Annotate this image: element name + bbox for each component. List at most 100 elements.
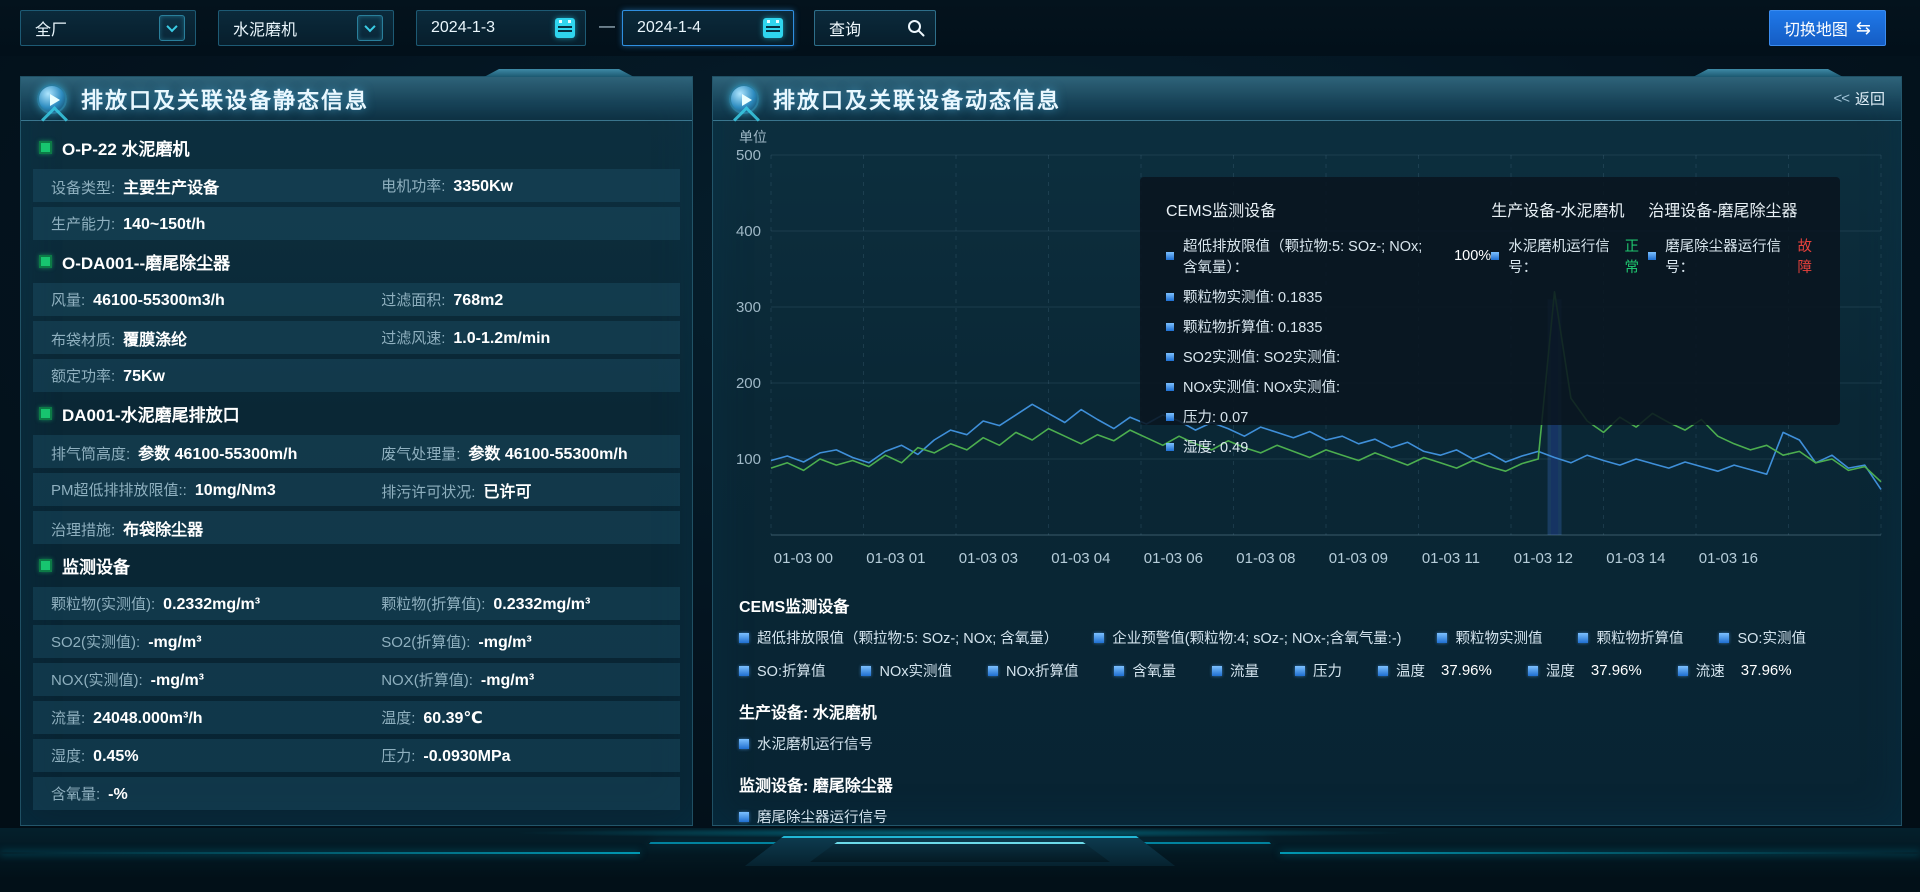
- calendar-icon[interactable]: [763, 18, 783, 38]
- field-label: 额定功率:: [51, 365, 115, 386]
- dynamic-panel-header: 排放口及关联设备动态信息 << 返回: [713, 77, 1901, 121]
- field-label: 流量:: [51, 707, 85, 728]
- legend-item-label: 湿度: [1546, 660, 1575, 681]
- legend-square-icon: [1378, 666, 1388, 676]
- tooltip-row-label: NOx实测值: NOx实测值:: [1183, 376, 1340, 397]
- table-row: 布袋材质:覆膜涤纶过滤风速:1.0-1.2m/min: [33, 321, 680, 354]
- plant-select[interactable]: 全厂: [20, 10, 196, 46]
- legend-item[interactable]: 颗粒物折算值: [1578, 627, 1683, 648]
- legend-square-icon: [1295, 666, 1305, 676]
- legend-square-icon: [988, 666, 998, 676]
- field-value: 60.39℃: [423, 708, 482, 728]
- x-tick-label: 01-03 12: [1514, 550, 1573, 567]
- table-row: 含氧量:-%: [33, 777, 680, 810]
- legend-item[interactable]: 磨尾除尘器运行信号: [739, 806, 888, 827]
- end-date-input[interactable]: 2024-1-4: [622, 10, 794, 46]
- y-tick-label: 100: [736, 451, 761, 468]
- status-normal: 正常: [1625, 235, 1649, 277]
- footer-line-left: [0, 852, 640, 854]
- chevron-down-icon[interactable]: [357, 15, 383, 41]
- field-label: 废气处理量:: [381, 443, 460, 464]
- section-title: DA001-水泥磨尾排放口: [33, 397, 680, 430]
- start-date-input[interactable]: 2024-1-3: [416, 10, 586, 46]
- y-tick-label: 300: [736, 299, 761, 316]
- data-cell: 湿度:0.45%: [51, 745, 381, 766]
- legend-item[interactable]: 水泥磨机运行信号: [739, 733, 873, 754]
- table-row: NOX(实测值):-mg/m³NOX(折算值):-mg/m³: [33, 663, 680, 696]
- data-cell: 压力:-0.0930MPa: [381, 745, 680, 766]
- x-tick-label: 01-03 06: [1144, 550, 1203, 567]
- field-value: 参数 46100-55300m/h: [138, 440, 297, 464]
- section-title: O-P-22 水泥磨机: [33, 131, 680, 164]
- legend-bullet-icon: [1648, 252, 1656, 260]
- legend-group-header: 生产设备: 水泥磨机: [739, 699, 1879, 723]
- y-tick-label: 500: [736, 147, 761, 164]
- green-square-icon: [39, 255, 52, 268]
- data-cell: 排气筒高度:参数 46100-55300m/h: [51, 440, 381, 464]
- section-title-label: 监测设备: [62, 553, 130, 578]
- legend-item-value: 37.96%: [1591, 662, 1642, 679]
- legend-item[interactable]: 温度37.96%: [1378, 660, 1492, 681]
- x-tick-label: 01-03 00: [774, 550, 833, 567]
- legend-item[interactable]: SO:折算值: [739, 660, 825, 681]
- legend-square-icon: [1437, 633, 1447, 643]
- x-tick-label: 01-03 11: [1422, 550, 1480, 567]
- tooltip-row: 颗粒物折算值: 0.1835: [1166, 316, 1491, 337]
- data-cell: 过滤风速:1.0-1.2m/min: [381, 327, 680, 348]
- legend-group: 生产设备: 水泥磨机水泥磨机运行信号: [739, 699, 1879, 754]
- legend-bullet-icon: [1166, 323, 1174, 331]
- field-value: -mg/m³: [478, 634, 531, 652]
- legend-item[interactable]: SO:实测值: [1719, 627, 1805, 648]
- field-value: 参数 46100-55300m/h: [468, 440, 627, 464]
- legend-item[interactable]: NOx实测值: [861, 660, 952, 681]
- field-label: 温度:: [381, 707, 415, 728]
- legend-square-icon: [1678, 666, 1688, 676]
- field-value: 布袋除尘器: [123, 516, 203, 540]
- legend-item[interactable]: 超低排放限值（颗拉物:5: SOz-; NOx; 含氧量）: [739, 627, 1058, 648]
- calendar-icon[interactable]: [555, 18, 575, 38]
- table-row: 治理措施:布袋除尘器: [33, 511, 680, 544]
- legend-group-header: 监测设备: 磨尾除尘器: [739, 772, 1879, 796]
- legend-item[interactable]: 压力: [1295, 660, 1342, 681]
- legend-item[interactable]: 企业预警值(颗粒物:4; sOz-; NOx-;含氧气量:-): [1094, 627, 1401, 648]
- field-value: -mg/m³: [481, 672, 534, 690]
- field-value: 46100-55300m3/h: [93, 292, 225, 310]
- green-square-icon: [39, 407, 52, 420]
- plant-select-value: 全厂: [35, 16, 151, 40]
- tooltip-row-value: 100%: [1454, 248, 1491, 264]
- table-row: 颗粒物(实测值):0.2332mg/m³颗粒物(折算值):0.2332mg/m³: [33, 587, 680, 620]
- tooltip-row: SO2实测值: SO2实测值:: [1166, 346, 1491, 367]
- panel-tab-decoration: [484, 69, 634, 77]
- field-value: -0.0930MPa: [423, 748, 510, 766]
- legend-item[interactable]: 流量: [1212, 660, 1259, 681]
- field-label: 生产能力:: [51, 213, 115, 234]
- legend-square-icon: [1578, 633, 1588, 643]
- legend-item-value: 37.96%: [1741, 662, 1792, 679]
- tooltip-row: 压力: 0.07: [1166, 406, 1491, 427]
- field-label: 颗粒物(折算值):: [381, 593, 485, 614]
- legend-item[interactable]: 含氧量: [1114, 660, 1176, 681]
- back-link[interactable]: << 返回: [1833, 88, 1885, 109]
- device-select[interactable]: 水泥磨机: [218, 10, 394, 46]
- legend-item-value: 37.96%: [1441, 662, 1492, 679]
- legend-bullet-icon: [1166, 443, 1174, 451]
- legend-item-label: SO:折算值: [757, 660, 825, 681]
- legend-item[interactable]: 颗粒物实测值: [1437, 627, 1542, 648]
- legend-item[interactable]: 湿度 37.96%: [1528, 660, 1642, 681]
- legend-item[interactable]: 流速37.96%: [1678, 660, 1792, 681]
- section-title: 监测设备: [33, 549, 680, 582]
- field-label: 过滤面积:: [381, 289, 445, 310]
- field-value: 10mg/Nm3: [195, 482, 276, 500]
- field-value: 主要生产设备: [123, 174, 219, 198]
- tooltip-row-label: 超低排放限值（颗拉物:5: SOz-; NOx; 含氧量）：: [1183, 235, 1428, 277]
- field-value: 24048.000m³/h: [93, 710, 202, 728]
- field-value: 已许可: [483, 478, 531, 502]
- table-row: 设备类型:主要生产设备电机功率:3350Kw: [33, 169, 680, 202]
- query-button[interactable]: 查询: [814, 10, 936, 46]
- legend-item[interactable]: NOx折算值: [988, 660, 1079, 681]
- data-cell: 额定功率:75Kw: [51, 365, 381, 386]
- legend-bullet-icon: [1166, 383, 1174, 391]
- chevron-down-icon[interactable]: [159, 15, 185, 41]
- switch-map-button[interactable]: 切换地图 ⇆: [1769, 10, 1886, 46]
- footer-line-right: [1280, 852, 1920, 854]
